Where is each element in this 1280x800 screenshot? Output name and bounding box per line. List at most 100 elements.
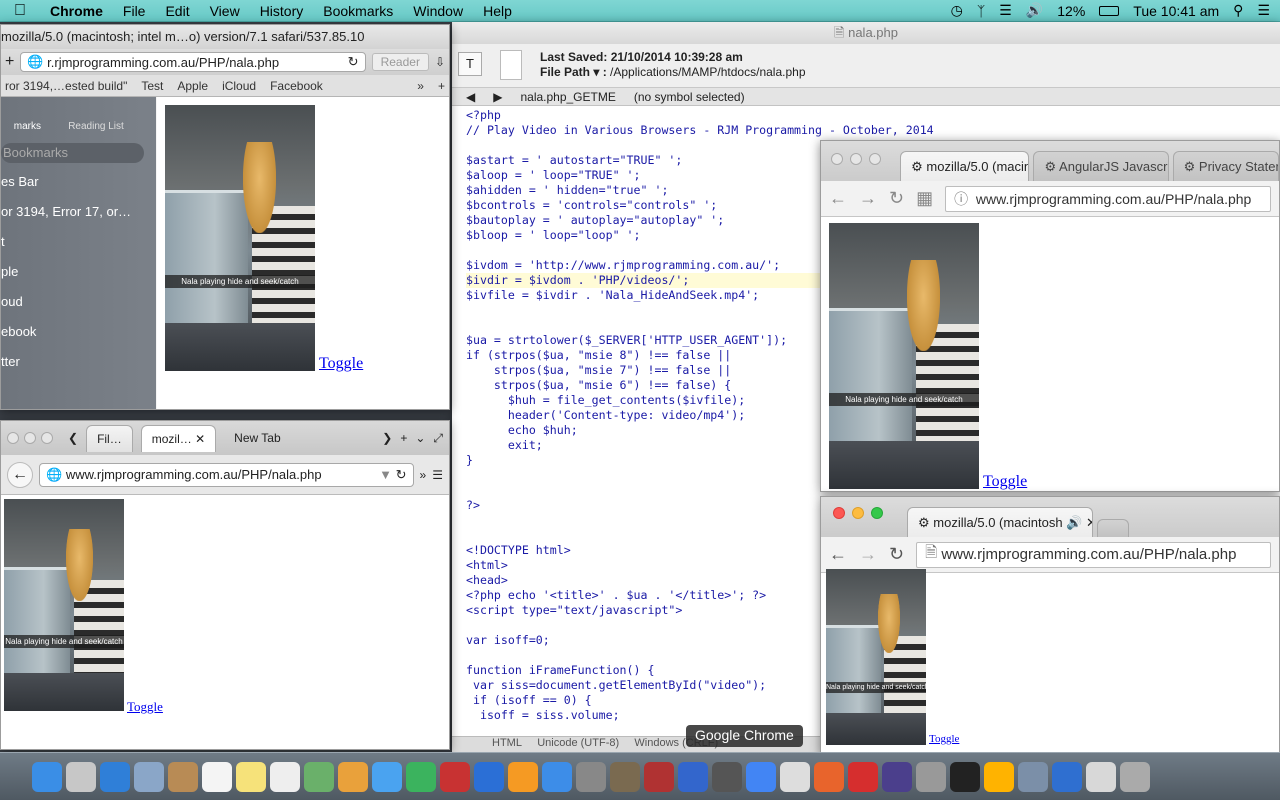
reader-button[interactable]: Reader xyxy=(371,53,429,71)
apple-menu-icon[interactable]:  xyxy=(0,2,40,20)
firefox-tab[interactable]: Fil… xyxy=(86,424,133,452)
utility-icon[interactable] xyxy=(1018,761,1048,792)
close-window-button[interactable] xyxy=(831,152,843,165)
add-bookmark-icon[interactable]: + xyxy=(5,53,14,71)
textwrangler-icon[interactable] xyxy=(678,761,708,792)
filezilla-icon[interactable] xyxy=(644,761,674,792)
imovie-icon[interactable] xyxy=(882,761,912,792)
fullscreen-icon[interactable]: ⤢ xyxy=(433,431,443,446)
menu-file[interactable]: File xyxy=(113,3,156,19)
photo-booth-icon[interactable] xyxy=(440,761,470,792)
reload-icon[interactable]: ↻ xyxy=(889,544,904,565)
dog-video[interactable]: Nala playing hide and seek/catch xyxy=(165,105,315,371)
menu-icon[interactable]: ☰ xyxy=(432,468,443,482)
menu-app-name[interactable]: Chrome xyxy=(40,3,113,19)
sidebar-tab-bookmarks[interactable]: marks xyxy=(1,97,41,137)
back-button[interactable]: ← xyxy=(7,461,33,488)
opera-icon[interactable] xyxy=(848,761,878,792)
firefox-address-bar[interactable]: 🌐 www.rjmprogramming.com.au/PHP/nala.php… xyxy=(39,462,414,487)
minimize-window-button[interactable] xyxy=(852,506,864,519)
new-tab-button[interactable] xyxy=(1097,519,1129,537)
mamp-icon[interactable] xyxy=(712,761,742,792)
close-window-button[interactable] xyxy=(833,506,845,519)
symbol-popup[interactable]: (no symbol selected) xyxy=(634,90,745,104)
mail-icon[interactable] xyxy=(134,761,164,792)
calendar-icon[interactable] xyxy=(202,761,232,792)
reload-icon[interactable]: ↻ xyxy=(348,54,359,70)
code-line[interactable]: <?php xyxy=(466,108,934,123)
reminders-icon[interactable] xyxy=(270,761,300,792)
app-store-icon[interactable] xyxy=(542,761,572,792)
status-language[interactable]: HTML xyxy=(492,737,522,749)
back-arrow-icon[interactable]: ◀ xyxy=(466,90,475,104)
bookmark-item[interactable]: Apple xyxy=(177,79,208,93)
x11-icon[interactable] xyxy=(916,761,946,792)
text-options-icon[interactable]: T xyxy=(458,52,482,76)
zoom-window-button[interactable] xyxy=(869,152,881,165)
itunes-icon[interactable] xyxy=(474,761,504,792)
forward-arrow-icon[interactable]: ▶ xyxy=(493,90,502,104)
notification-center-icon[interactable]: ☰ xyxy=(1257,2,1270,19)
download-icon[interactable]: ⇩ xyxy=(435,55,445,69)
menu-edit[interactable]: Edit xyxy=(155,3,199,19)
sidebar-item[interactable]: or 3194, Error 17, or… xyxy=(1,197,156,227)
toggle-link[interactable]: Toggle xyxy=(319,355,363,373)
zoom-window-button[interactable] xyxy=(41,432,53,444)
close-tab-icon[interactable]: ✕ xyxy=(1086,515,1092,530)
chevron-down-icon[interactable]: ⌄ xyxy=(415,431,425,445)
back-icon[interactable]: ← xyxy=(829,188,847,209)
menu-view[interactable]: View xyxy=(200,3,250,19)
code-line[interactable]: // Play Video in Various Browsers - RJM … xyxy=(466,123,934,138)
audio-playing-icon[interactable]: 🔊 xyxy=(1066,515,1082,530)
sidebar-item[interactable]: ebook xyxy=(1,317,156,347)
gimp-icon[interactable] xyxy=(610,761,640,792)
sidebar-item[interactable]: tter xyxy=(1,347,156,377)
forward-icon[interactable]: → xyxy=(859,544,877,565)
battery-percent[interactable]: 12% xyxy=(1057,3,1085,19)
sidebar-item[interactable]: es Bar xyxy=(1,167,156,197)
chrome-tab[interactable]: ⚙ AngularJS Javascrip xyxy=(1033,151,1169,181)
forward-icon[interactable]: → xyxy=(859,188,877,209)
toggle-link[interactable]: Toggle xyxy=(127,699,163,715)
menu-history[interactable]: History xyxy=(250,3,314,19)
contacts-icon[interactable] xyxy=(168,761,198,792)
menu-help[interactable]: Help xyxy=(473,3,522,19)
sidebar-search-field[interactable]: Bookmarks xyxy=(1,143,144,163)
toggle-link[interactable]: Toggle xyxy=(983,473,1027,491)
minimize-window-button[interactable] xyxy=(24,432,36,444)
status-encoding[interactable]: Unicode (UTF-8) xyxy=(537,737,619,749)
sidebar-item[interactable]: t xyxy=(1,227,156,257)
chrome-tab-active[interactable]: ⚙ mozilla/5.0 (macintosh 🔊 ✕ xyxy=(907,507,1093,537)
apps-icon[interactable]: ▦ xyxy=(916,188,933,209)
maps-icon[interactable] xyxy=(304,761,334,792)
finder2-icon[interactable] xyxy=(1052,761,1082,792)
chevron-right-icon[interactable]: » xyxy=(417,79,424,93)
sidebar-item[interactable]: ple xyxy=(1,257,156,287)
facetime-icon[interactable] xyxy=(406,761,436,792)
notes-icon[interactable] xyxy=(236,761,266,792)
firefox-icon[interactable] xyxy=(814,761,844,792)
downloads-icon[interactable] xyxy=(1086,761,1116,792)
sidebar-tab-reading-list[interactable]: Reading List xyxy=(41,97,151,137)
firefox-tab-active[interactable]: mozil… ✕ xyxy=(140,424,217,452)
overflow-icon[interactable]: » xyxy=(420,468,427,482)
new-tab-icon[interactable]: + xyxy=(438,79,445,93)
finder-icon[interactable] xyxy=(32,761,62,792)
wifi-icon[interactable]: ☰ xyxy=(999,2,1012,19)
volume-icon[interactable]: 🔊 xyxy=(1026,2,1043,19)
chrome-icon[interactable] xyxy=(746,761,776,792)
bookmark-item[interactable]: Facebook xyxy=(270,79,323,93)
file-popup[interactable]: nala.php_GETME xyxy=(520,90,615,104)
zoom-window-button[interactable] xyxy=(871,506,883,519)
reload-icon[interactable]: ↻ xyxy=(889,188,904,209)
reload-icon[interactable]: ↻ xyxy=(396,467,407,483)
launchpad-icon[interactable] xyxy=(66,761,96,792)
dropdown-icon[interactable]: ▼ xyxy=(379,467,395,482)
photos-icon[interactable] xyxy=(338,761,368,792)
terminal-icon[interactable] xyxy=(950,761,980,792)
safari-address-bar[interactable]: 🌐 r.rjmprogramming.com.au/PHP/nala.php ↻ xyxy=(20,52,366,72)
preview-icon[interactable] xyxy=(780,761,810,792)
close-tab-icon[interactable]: ✕ xyxy=(195,432,205,446)
bookmark-item[interactable]: iCloud xyxy=(222,79,256,93)
system-preferences-icon[interactable] xyxy=(576,761,606,792)
